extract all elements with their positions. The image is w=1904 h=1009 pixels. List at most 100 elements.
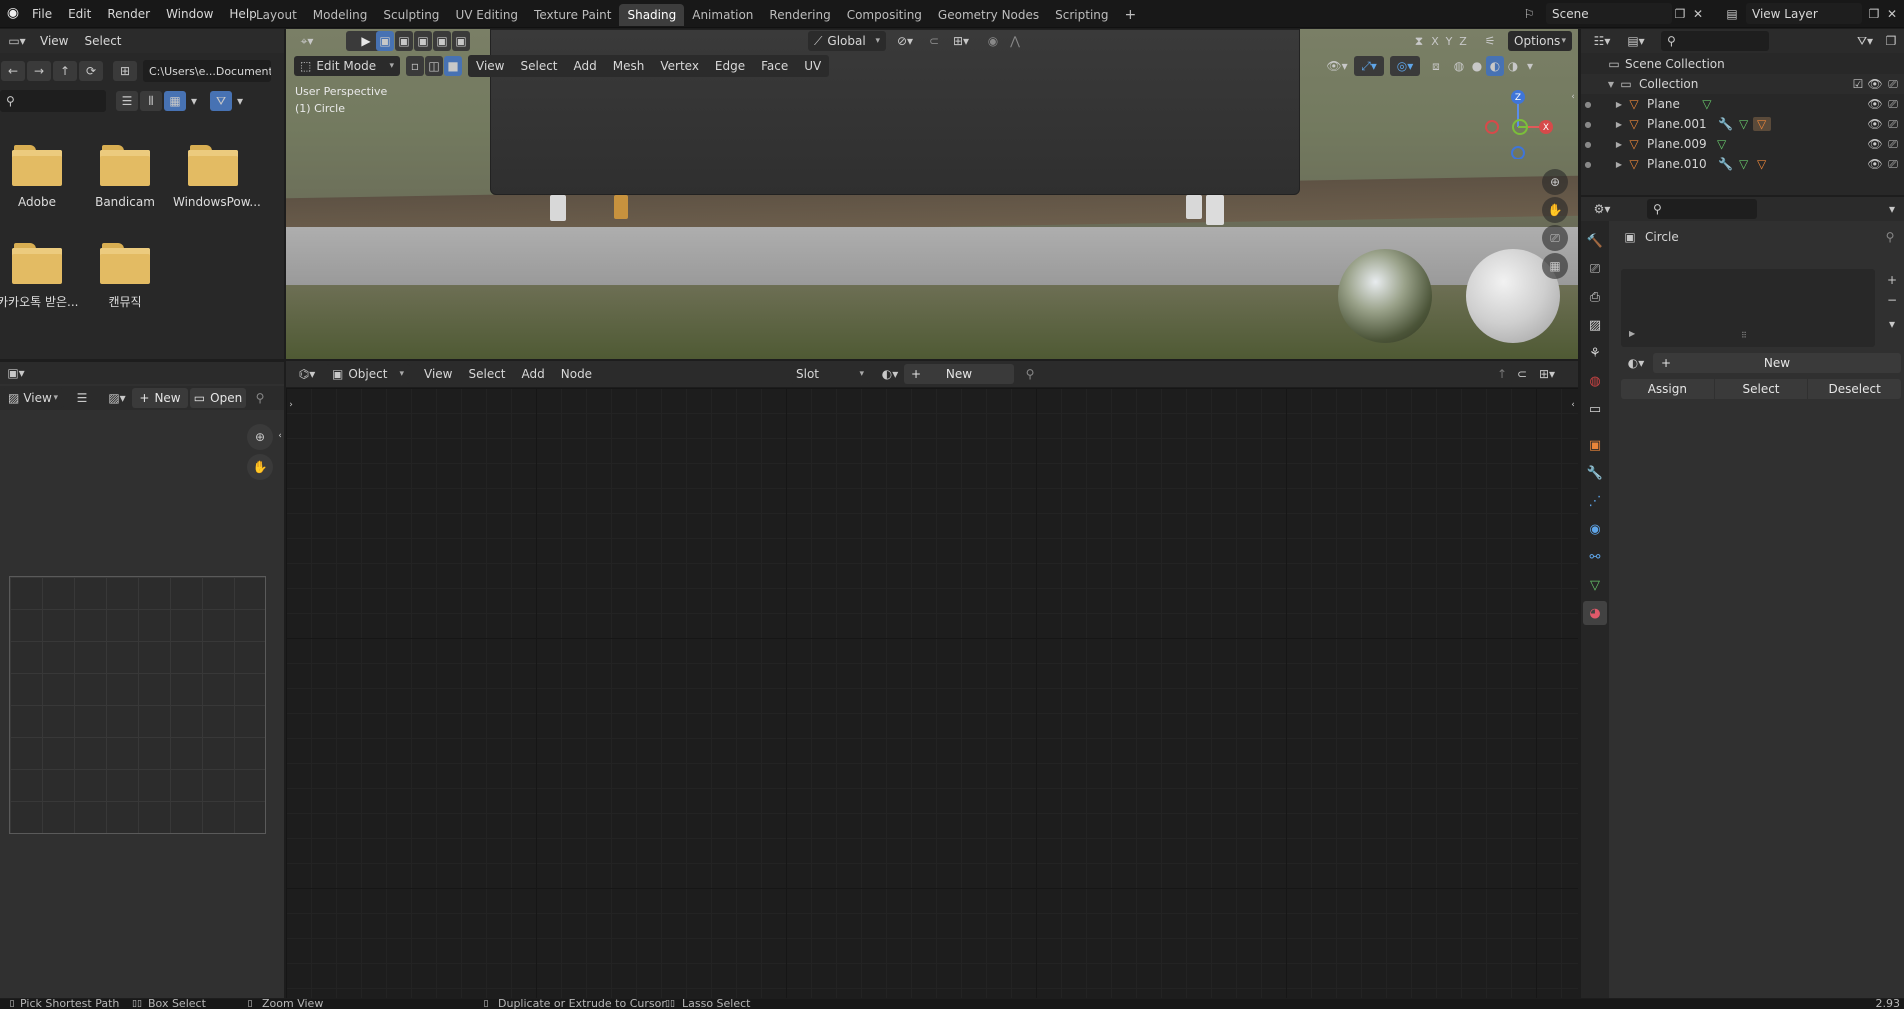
outliner-search-input[interactable]: ⚲ bbox=[1661, 31, 1769, 51]
camera-icon[interactable]: ⎚ bbox=[1884, 117, 1902, 132]
material-shading-icon[interactable]: ◐ bbox=[1486, 56, 1504, 76]
menu-uv[interactable]: UV bbox=[796, 55, 829, 77]
tab-output[interactable]: ⎙ bbox=[1583, 285, 1607, 309]
menu-icon[interactable]: ☰ bbox=[70, 388, 94, 408]
folder-item[interactable]: WindowsPow... bbox=[173, 145, 261, 209]
tree-row-scene-collection[interactable]: ▭ Scene Collection bbox=[1581, 54, 1904, 74]
material-icon[interactable]: ▽ bbox=[1752, 117, 1771, 131]
camera-icon[interactable]: ⎚ bbox=[1884, 137, 1902, 152]
material-icon[interactable]: ▽ bbox=[1753, 157, 1771, 171]
editor-type-icon[interactable]: ☷▾ bbox=[1587, 31, 1617, 51]
mesh-data-icon[interactable]: ▽ bbox=[1735, 157, 1753, 171]
solid-shading-icon[interactable]: ● bbox=[1468, 56, 1486, 76]
zoom-icon[interactable]: ⊕ bbox=[1542, 169, 1568, 195]
tree-row-collection[interactable]: ▼ ▭ Collection ☑ 👁 ⎚ bbox=[1581, 74, 1904, 94]
expand-arrow-icon[interactable]: ▶ bbox=[1613, 160, 1625, 169]
tab-data[interactable]: ▽ bbox=[1583, 573, 1607, 597]
add-slot-icon[interactable]: + bbox=[1883, 271, 1901, 289]
mirror-y-toggle[interactable]: Y bbox=[1442, 31, 1456, 51]
pin-icon[interactable]: ⚲ bbox=[1018, 364, 1042, 384]
folder-item[interactable]: 캔뮤직 bbox=[85, 243, 165, 310]
select-button[interactable]: Select bbox=[1714, 379, 1808, 399]
snap-element-icon[interactable]: ⊞▾ bbox=[1532, 364, 1562, 384]
new-material-button[interactable]: + New bbox=[1653, 353, 1901, 373]
mirror-icon[interactable]: ⧗ bbox=[1410, 31, 1428, 51]
menu-vertex[interactable]: Vertex bbox=[652, 55, 707, 77]
forward-icon[interactable]: → bbox=[27, 61, 51, 81]
tab-layout[interactable]: Layout bbox=[248, 4, 305, 26]
menu-file[interactable]: File bbox=[24, 3, 60, 25]
tab-collection[interactable]: ▭ bbox=[1583, 397, 1607, 421]
options-dropdown[interactable]: Options ▾ bbox=[1508, 31, 1572, 51]
filter-icon[interactable]: ⛛ bbox=[210, 91, 232, 111]
editor-type-icon[interactable]: ⚙▾ bbox=[1587, 199, 1617, 219]
eye-icon[interactable]: 👁 bbox=[1866, 117, 1884, 131]
shading-options-icon[interactable]: ▾ bbox=[1522, 56, 1538, 76]
tree-row-plane-009[interactable]: ● ▶ ▽ Plane.009 ▽ 👁 ⎚ bbox=[1581, 134, 1904, 154]
display-mode-icon[interactable]: ▤▾ bbox=[1621, 31, 1651, 51]
tab-geometry-nodes[interactable]: Geometry Nodes bbox=[930, 4, 1047, 26]
tab-particles[interactable]: ⋰ bbox=[1583, 489, 1607, 513]
new-material-button[interactable]: + New bbox=[904, 364, 1014, 384]
select-intersect-icon[interactable]: ▣ bbox=[452, 31, 470, 51]
close-scene-icon[interactable]: ✕ bbox=[1690, 5, 1706, 23]
sidebar-toggle-icon[interactable]: ‹ bbox=[276, 428, 284, 444]
blender-logo-icon[interactable]: ◉ bbox=[4, 4, 22, 22]
tab-scene[interactable]: ⚘ bbox=[1583, 341, 1607, 365]
mesh-data-icon[interactable]: ▽ bbox=[1698, 97, 1716, 111]
hdri-preview-sphere[interactable] bbox=[1338, 249, 1432, 343]
tab-shading[interactable]: Shading bbox=[619, 4, 685, 26]
editor-type-icon[interactable]: ▭▾ bbox=[2, 31, 32, 51]
3d-viewport[interactable]: ⌖▾ ▶ ▣ ▣ ▣ ▣ ▣ ⟋ Global ▾ ⊘▾ ⊂ ⊞▾ ◉ ⋀ ⧗ … bbox=[286, 29, 1578, 359]
menu-mesh[interactable]: Mesh bbox=[605, 55, 653, 77]
select-invert-icon[interactable]: ▣ bbox=[433, 31, 451, 51]
tree-row-plane-001[interactable]: ● ▶ ▽ Plane.001 🔧 ▽ ▽ 👁 ⎚ bbox=[1581, 114, 1904, 134]
menu-edge[interactable]: Edge bbox=[707, 55, 753, 77]
pin-icon[interactable]: ⚲ bbox=[1882, 229, 1898, 245]
tab-render[interactable]: ⎚ bbox=[1583, 257, 1607, 281]
menu-select[interactable]: Select bbox=[512, 55, 565, 77]
menu-view[interactable]: View bbox=[468, 55, 512, 77]
tab-compositing[interactable]: Compositing bbox=[839, 4, 930, 26]
modifier-wrench-icon[interactable]: 🔧 bbox=[1717, 117, 1735, 131]
mirror-z-toggle[interactable]: Z bbox=[1456, 31, 1470, 51]
snap-icon[interactable]: ⊂ bbox=[1512, 364, 1532, 384]
pivot-point-icon[interactable]: ⊘▾ bbox=[890, 31, 920, 51]
path-field[interactable]: C:\Users\e...Documents\ bbox=[143, 60, 271, 82]
select-subtract-icon[interactable]: ▣ bbox=[414, 31, 432, 51]
editor-type-icon[interactable]: ▣▾ bbox=[2, 363, 30, 383]
rendered-shading-icon[interactable]: ◑ bbox=[1504, 56, 1522, 76]
pan-hand-icon[interactable]: ✋ bbox=[247, 454, 273, 480]
tab-tool[interactable]: 🔨 bbox=[1583, 229, 1607, 253]
display-list-icon[interactable]: ☰ bbox=[116, 91, 138, 111]
new-image-button[interactable]: + New bbox=[132, 388, 188, 408]
proportional-edit-icon[interactable]: ◉ bbox=[982, 31, 1004, 51]
tab-rendering[interactable]: Rendering bbox=[761, 4, 838, 26]
tab-modifiers[interactable]: 🔧 bbox=[1583, 461, 1607, 485]
tab-animation[interactable]: Animation bbox=[684, 4, 761, 26]
image-canvas[interactable] bbox=[9, 576, 266, 834]
menu-window[interactable]: Window bbox=[158, 3, 221, 25]
edge-select-icon[interactable]: ◫ bbox=[425, 56, 443, 76]
tree-row-plane-010[interactable]: ● ▶ ▽ Plane.010 🔧 ▽ ▽ 👁 ⎚ bbox=[1581, 154, 1904, 174]
tab-constraints[interactable]: ⚯ bbox=[1583, 545, 1607, 569]
resize-handle-icon[interactable]: ⠿ bbox=[1741, 331, 1747, 340]
filter-icon[interactable]: ⛛▾ bbox=[1850, 31, 1880, 51]
falloff-icon[interactable]: ⋀ bbox=[1004, 31, 1026, 51]
face-select-icon[interactable]: ■ bbox=[444, 56, 462, 76]
add-workspace-icon[interactable]: + bbox=[1117, 4, 1145, 26]
tab-material[interactable]: ◕ bbox=[1583, 601, 1607, 625]
properties-search-input[interactable]: ⚲ bbox=[1647, 199, 1757, 219]
new-collection-icon[interactable]: ❐ bbox=[1880, 31, 1902, 51]
copy-scene-icon[interactable]: ❐ bbox=[1672, 5, 1688, 23]
wireframe-shading-icon[interactable]: ◍ bbox=[1450, 56, 1468, 76]
options-chevron-icon[interactable]: ▾ bbox=[1882, 199, 1902, 219]
snap-icon[interactable]: ⊂ bbox=[922, 31, 946, 51]
mesh-data-icon[interactable]: ▽ bbox=[1713, 137, 1731, 151]
select-extend-icon[interactable]: ▣ bbox=[395, 31, 413, 51]
remove-slot-icon[interactable]: − bbox=[1883, 291, 1901, 309]
browse-material-icon[interactable]: ◐▾ bbox=[1621, 353, 1651, 373]
menu-select[interactable]: Select bbox=[76, 30, 129, 52]
pan-hand-icon[interactable]: ✋ bbox=[1542, 197, 1568, 223]
mirror-x-toggle[interactable]: X bbox=[1428, 31, 1442, 51]
